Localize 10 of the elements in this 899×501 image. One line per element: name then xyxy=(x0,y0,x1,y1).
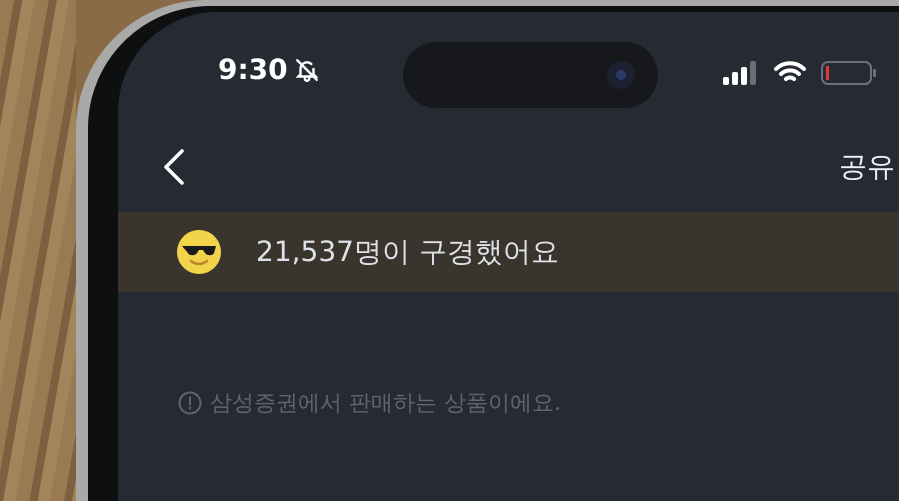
camera-lens-icon xyxy=(606,60,636,90)
signal-icon xyxy=(723,61,759,85)
share-link[interactable]: 공유 xyxy=(839,148,895,186)
views-count-text: 21,537명이 구경했어요 xyxy=(256,234,559,270)
sunglasses-emoji-icon xyxy=(176,229,222,275)
battery-icon xyxy=(821,61,877,85)
status-time: 9:30 xyxy=(218,56,288,84)
info-icon xyxy=(178,391,202,415)
back-icon[interactable] xyxy=(163,149,185,185)
notice-text: 삼성증권에서 판매하는 상품이에요. xyxy=(210,390,561,418)
